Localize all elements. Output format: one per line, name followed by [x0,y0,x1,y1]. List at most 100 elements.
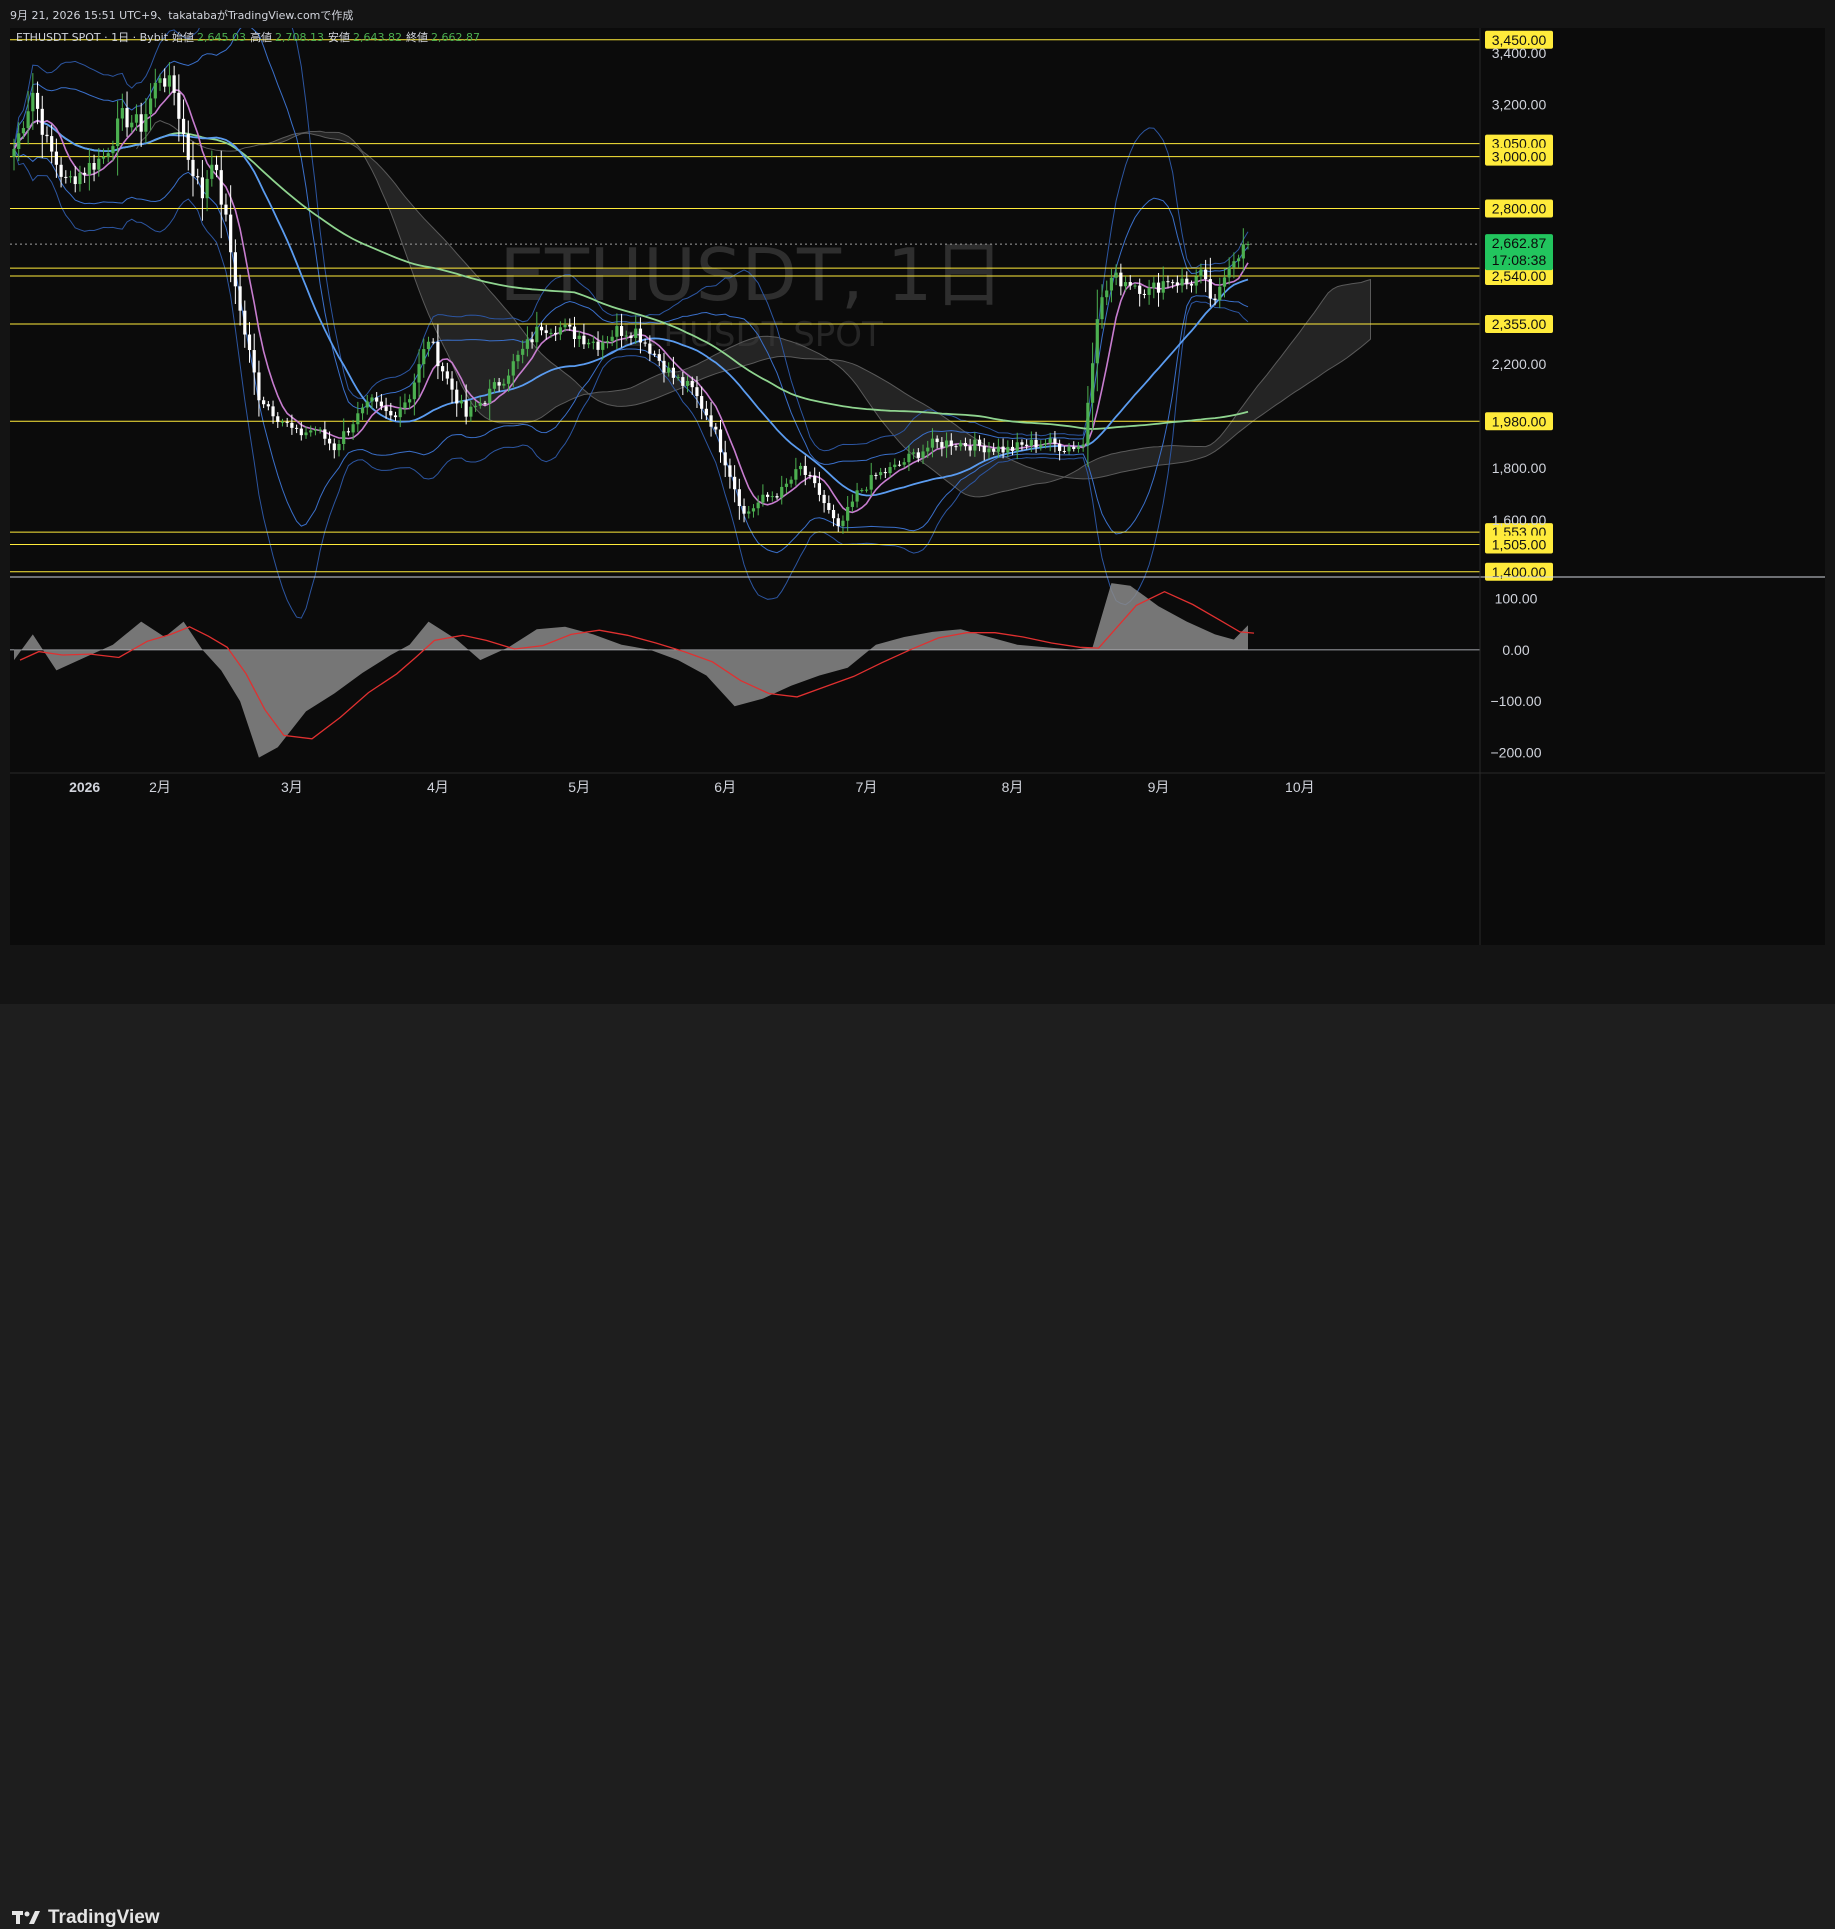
candle[interactable] [1152,276,1156,299]
candle[interactable] [775,493,779,500]
candle[interactable] [747,505,751,519]
candle[interactable] [1058,439,1062,461]
candle[interactable] [313,426,318,436]
candle[interactable] [1227,257,1231,285]
candle[interactable] [87,148,91,191]
candle[interactable] [163,68,167,93]
candle[interactable] [1076,442,1081,453]
candle[interactable] [897,460,902,467]
candle[interactable] [1147,279,1151,305]
candle[interactable] [181,99,186,153]
candle[interactable] [262,396,266,409]
candle[interactable] [360,403,365,420]
candle[interactable] [582,323,586,349]
candle[interactable] [766,492,770,502]
candle[interactable] [1156,273,1161,307]
candle[interactable] [224,193,228,222]
candle[interactable] [1109,268,1114,303]
candle[interactable] [751,504,756,518]
candle[interactable] [1039,440,1043,451]
candle[interactable] [1090,342,1095,432]
candle[interactable] [172,65,176,106]
candle[interactable] [770,491,774,502]
candle[interactable] [280,418,285,427]
candle[interactable] [153,68,157,108]
candle[interactable] [827,495,831,514]
candle[interactable] [450,371,454,404]
candle[interactable] [186,120,190,171]
candle[interactable] [1015,432,1019,460]
candle[interactable] [384,397,388,419]
candle[interactable] [577,330,581,348]
candle[interactable] [191,141,195,197]
candle[interactable] [784,478,789,494]
candle[interactable] [125,91,129,137]
horizontal-level-label[interactable]: 1,980.00 [1485,412,1553,431]
candle[interactable] [50,124,54,164]
candle[interactable] [817,471,822,502]
candle[interactable] [68,170,73,183]
candle[interactable] [40,95,44,159]
candle[interactable] [723,440,727,478]
candle[interactable] [295,424,299,434]
candle[interactable] [700,386,704,420]
candle[interactable] [1166,275,1170,288]
candle[interactable] [346,427,351,436]
candle[interactable] [233,239,237,305]
candle[interactable] [1086,386,1090,467]
oscillator-pane[interactable]: 100.00 0.00 −100.00 −200.00 [10,576,1825,760]
tradingview-logo[interactable]: TradingView [12,1907,160,1929]
candle[interactable] [568,318,572,331]
candle[interactable] [337,439,341,457]
candle[interactable] [883,467,887,479]
candle[interactable] [1114,264,1118,286]
candle[interactable] [836,513,840,532]
candle[interactable] [1062,446,1066,454]
candle[interactable] [200,160,204,221]
candle[interactable] [1067,442,1071,455]
candle[interactable] [318,427,322,434]
candle[interactable] [874,472,878,480]
candle[interactable] [243,300,247,348]
candle[interactable] [1048,432,1052,452]
horizontal-level-label[interactable]: 3,000.00 [1485,147,1553,166]
candle[interactable] [130,115,134,133]
candle[interactable] [417,349,421,398]
candle[interactable] [219,150,223,239]
candle[interactable] [365,394,369,415]
candle[interactable] [615,313,619,349]
candle[interactable] [879,467,883,480]
candle[interactable] [596,331,600,357]
candle[interactable] [544,324,548,340]
candle[interactable] [587,338,591,349]
candle[interactable] [610,330,614,347]
horizontal-level-label[interactable]: 2,800.00 [1485,199,1553,218]
horizontal-level-label[interactable]: 1,400.00 [1485,562,1553,581]
candle[interactable] [714,422,718,435]
candle[interactable] [455,381,459,417]
candle[interactable] [860,488,864,493]
candle[interactable] [441,362,445,381]
candle[interactable] [704,400,708,421]
candle[interactable] [403,393,407,415]
chart-canvas[interactable]: ETHUSDT, 1日ETHUSDT SPOT 3,450.003,050.00… [10,28,1825,945]
candle[interactable] [1232,252,1236,279]
candle[interactable] [789,476,793,488]
candle[interactable] [252,333,256,395]
candle[interactable] [794,457,798,486]
candle[interactable] [210,150,214,187]
candle[interactable] [1241,228,1245,272]
candle[interactable] [1105,280,1109,306]
candle[interactable] [554,326,558,342]
candle[interactable] [813,467,817,488]
plot-area[interactable]: ETHUSDT, 1日 ETHUSDT SPOT 3,450.00 3,050.00… [10,28,1825,945]
candle[interactable] [116,100,120,176]
candle[interactable] [822,489,826,513]
candle[interactable] [393,411,398,422]
candle[interactable] [375,392,379,409]
candle[interactable] [535,311,539,350]
candle[interactable] [1142,289,1146,299]
candle[interactable] [238,274,242,326]
candle[interactable] [1180,267,1184,293]
candle[interactable] [888,462,892,478]
